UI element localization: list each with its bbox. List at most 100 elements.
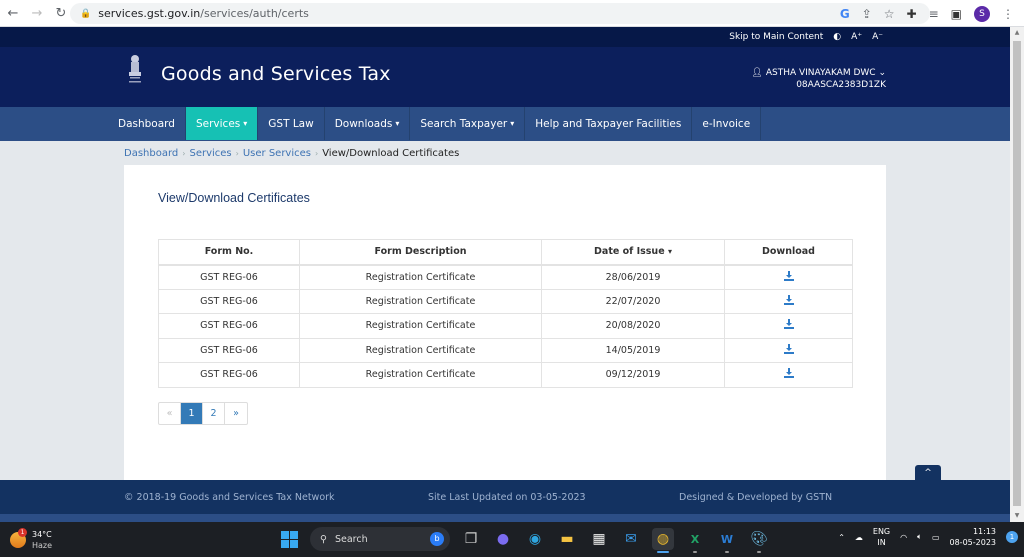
start-button[interactable] — [278, 528, 300, 550]
running-indicator — [693, 551, 697, 553]
side-panel-icon[interactable]: ▣ — [951, 7, 962, 21]
caret-down-icon: ▾ — [510, 119, 515, 128]
nav-item-downloads[interactable]: Downloads ▾ — [325, 107, 411, 140]
cell-description: Registration Certificate — [299, 264, 542, 290]
bookmark-star-icon[interactable]: ☆ — [884, 7, 895, 21]
bing-icon[interactable]: b — [430, 532, 444, 546]
cell-download — [724, 313, 853, 339]
site-title[interactable]: Goods and Services Tax — [161, 63, 391, 85]
paint-icon[interactable]: 🎨︎ — [748, 528, 770, 553]
download-icon[interactable] — [783, 343, 794, 357]
reload-icon[interactable]: ↻ — [50, 2, 72, 24]
download-icon[interactable] — [783, 294, 794, 308]
wifi-icon[interactable]: ◠ — [900, 533, 907, 542]
breadcrumb-separator: › — [235, 148, 239, 158]
user-name: ASTHA VINAYAKAM DWC — [765, 68, 876, 78]
google-icon[interactable]: G — [840, 7, 850, 21]
nav-item-gst-law[interactable]: GST Law — [258, 107, 325, 140]
battery-icon[interactable]: ▭ — [932, 533, 940, 542]
contrast-icon[interactable]: ◐ — [833, 32, 841, 42]
font-decrease-button[interactable]: A⁻ — [872, 32, 883, 42]
table-row: GST REG-06 Registration Certificate 28/06/… — [158, 264, 853, 290]
col-form-no: Form No. — [158, 239, 300, 266]
user-menu[interactable]: 👤︎ ASTHA VINAYAKAM DWC ⌄ 08AASCA2383D1ZK — [752, 67, 886, 91]
browser-toolbar: ← → ↻ 🔒 services.gst.gov.in/services/aut… — [0, 0, 1024, 27]
weather-widget[interactable]: 1 34°C Haze — [10, 528, 52, 551]
accessibility-strip: Skip to Main Content ◐ A⁺ A⁻ — [0, 27, 1010, 47]
site-footer: © 2018-19 Goods and Services Tax Network… — [0, 480, 1010, 514]
col-download: Download — [724, 239, 853, 266]
volume-icon[interactable]: 🔈︎ — [917, 532, 922, 542]
cell-date: 09/12/2019 — [541, 362, 725, 388]
notification-badge[interactable]: 1 — [1006, 531, 1018, 543]
task-view-icon[interactable]: ❐ — [460, 528, 482, 550]
excel-icon[interactable]: X — [684, 528, 706, 553]
scroll-down-arrow[interactable]: ▼ — [1010, 510, 1024, 522]
microsoft-store-icon[interactable]: ▦ — [588, 528, 610, 550]
table-header-row: Form No. Form Description Date of Issue … — [158, 239, 853, 266]
language-indicator[interactable]: ENG IN — [873, 526, 890, 548]
pagination-prev[interactable]: « — [159, 403, 181, 424]
nav-item-dashboard[interactable]: Dashboard — [108, 107, 186, 140]
back-to-top-button[interactable]: ^ — [915, 465, 941, 480]
taskbar: 1 34°C Haze ⚲ Search b ❐ ● ◉ ▬ ▦ ✉ ◍ X W… — [0, 522, 1024, 557]
cell-form-no: GST REG-06 — [158, 288, 300, 314]
time: 11:13 — [972, 527, 996, 536]
cell-date: 14/05/2019 — [541, 337, 725, 363]
pagination-next[interactable]: » — [225, 403, 247, 424]
nav-item-e-invoice[interactable]: e-Invoice — [692, 107, 762, 140]
breadcrumb-dashboard[interactable]: Dashboard — [124, 148, 178, 159]
file-explorer-icon[interactable]: ▬ — [556, 528, 578, 550]
system-tray: ⌃ ☁ ENG IN ◠ 🔈︎ ▭ 11:13 08-05-2023 1 — [838, 526, 1018, 548]
extensions-icon[interactable]: ✚ — [907, 7, 917, 21]
scrollbar-thumb[interactable] — [1013, 41, 1021, 506]
windows-logo-icon — [280, 530, 298, 548]
lock-icon: 🔒 — [80, 8, 92, 19]
pagination-page-1[interactable]: 1 — [181, 403, 203, 424]
tray-overflow-icon[interactable]: ⌃ — [838, 533, 845, 542]
download-icon[interactable] — [783, 368, 794, 381]
date-header-label: Date of Issue — [594, 246, 665, 258]
address-bar[interactable]: 🔒 services.gst.gov.in/services/auth/cert… — [70, 3, 930, 24]
back-icon[interactable]: ← — [2, 2, 24, 24]
forward-icon[interactable]: → — [26, 2, 48, 24]
teams-chat-icon[interactable]: ● — [492, 528, 514, 550]
nav-item-services[interactable]: Services ▾ — [185, 107, 259, 140]
gstin: 08AASCA2383D1ZK — [796, 80, 886, 90]
emblem-logo[interactable] — [124, 53, 146, 85]
cell-description: Registration Certificate — [299, 362, 542, 388]
footer-last-updated: Site Last Updated on 03-05-2023 — [428, 492, 586, 503]
page-scrollbar[interactable]: ▲ ▼ — [1010, 27, 1024, 522]
nav-item-label: Help and Taxpayer Facilities — [535, 117, 682, 130]
breadcrumb-user-services[interactable]: User Services — [243, 148, 311, 159]
table-row: GST REG-06 Registration Certificate 14/05/… — [158, 337, 853, 363]
col-date-of-issue[interactable]: Date of Issue ▾ — [541, 239, 725, 266]
share-icon[interactable]: ⇪ — [862, 7, 872, 21]
main-nav: Dashboard Services ▾ GST Law Downloads ▾ Sea… — [0, 107, 1010, 141]
taskbar-search[interactable]: ⚲ Search b — [310, 527, 450, 551]
cell-description: Registration Certificate — [299, 313, 542, 339]
mail-icon[interactable]: ✉ — [620, 528, 642, 550]
word-icon[interactable]: W — [716, 528, 738, 553]
running-indicator — [725, 551, 729, 553]
menu-kebab-icon[interactable]: ⋮ — [1002, 7, 1014, 21]
font-increase-button[interactable]: A⁺ — [851, 32, 862, 42]
media-icon[interactable]: ≡ — [929, 7, 939, 21]
breadcrumb-services[interactable]: Services — [189, 148, 231, 159]
download-icon[interactable] — [783, 270, 794, 284]
profile-avatar[interactable]: S — [974, 5, 990, 22]
clock[interactable]: 11:13 08-05-2023 — [950, 526, 997, 548]
nav-item-search-taxpayer[interactable]: Search Taxpayer ▾ — [410, 107, 526, 140]
edge-icon[interactable]: ◉ — [524, 528, 546, 550]
skip-to-main-link[interactable]: Skip to Main Content — [729, 32, 823, 42]
cell-download — [724, 264, 853, 290]
download-icon[interactable] — [783, 319, 794, 332]
nav-item-help-and-taxpayer-facilities[interactable]: Help and Taxpayer Facilities — [525, 107, 693, 140]
pagination-page-2[interactable]: 2 — [203, 403, 225, 424]
scroll-up-arrow[interactable]: ▲ — [1010, 27, 1024, 39]
onedrive-icon[interactable]: ☁ — [855, 533, 863, 542]
footer-copyright: © 2018-19 Goods and Services Tax Network — [124, 492, 335, 503]
footer-designed-by: Designed & Developed by GSTN — [679, 492, 833, 503]
chrome-icon[interactable]: ◍ — [652, 528, 674, 553]
caret-down-icon: ▾ — [395, 119, 400, 128]
